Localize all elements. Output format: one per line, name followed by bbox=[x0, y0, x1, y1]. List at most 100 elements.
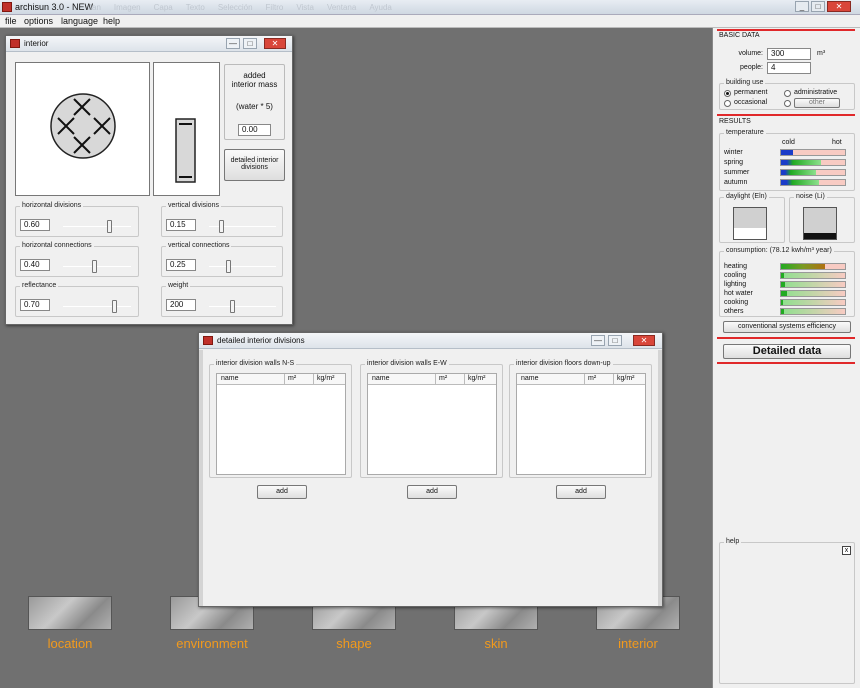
divider bbox=[717, 337, 855, 339]
radio-permanent[interactable] bbox=[724, 90, 731, 97]
horizontal-divisions-slider-thumb[interactable] bbox=[107, 220, 113, 233]
nav-skin[interactable]: skin bbox=[446, 636, 546, 651]
interior-window-titlebar[interactable]: interior — □ ✕ bbox=[6, 36, 292, 52]
radio-other[interactable] bbox=[784, 100, 791, 107]
ghost-menu-item: Filtro bbox=[265, 3, 284, 12]
people-input[interactable]: 4 bbox=[767, 62, 811, 74]
col-separator bbox=[584, 374, 585, 385]
building-use-group: building use permanent administrative oc… bbox=[719, 79, 855, 110]
heating-label: heating bbox=[724, 263, 747, 270]
volume-label: volume: bbox=[738, 50, 763, 57]
floors-panel: interior division floors down-up name m²… bbox=[509, 360, 652, 478]
nav-interior[interactable]: interior bbox=[588, 636, 688, 651]
horizontal-divisions-slider-track[interactable] bbox=[63, 226, 131, 227]
noise-label: noise (Li) bbox=[794, 193, 827, 200]
walls-ew-header: name m² kg/m² bbox=[368, 374, 496, 385]
floors-list[interactable]: name m² kg/m² bbox=[516, 373, 646, 475]
ghost-menu-item: Texto bbox=[185, 3, 205, 12]
noise-indicator bbox=[803, 207, 837, 240]
add-ns-button[interactable]: add bbox=[257, 485, 307, 499]
minimize-app-button[interactable]: _ bbox=[795, 1, 809, 12]
weight-slider-track[interactable] bbox=[209, 306, 276, 307]
reflectance-group: reflectance 0.70 bbox=[15, 282, 139, 317]
weight-input[interactable]: 200 bbox=[166, 299, 196, 311]
results-heading: RESULTS bbox=[719, 118, 751, 125]
occasional-label: occasional bbox=[734, 99, 768, 106]
winter-bar-fill bbox=[781, 150, 793, 155]
vertical-connections-input[interactable]: 0.25 bbox=[166, 259, 196, 271]
radio-administrative[interactable] bbox=[784, 90, 791, 97]
detailed-interior-divisions-button[interactable]: detailed interior divisions bbox=[224, 149, 285, 181]
added-mass-input[interactable]: 0.00 bbox=[238, 124, 271, 136]
maximize-app-button[interactable]: □ bbox=[811, 1, 825, 12]
vertical-connections-slider-thumb[interactable] bbox=[225, 260, 231, 273]
summer-label: summer bbox=[724, 169, 750, 176]
location-thumbnail[interactable] bbox=[28, 596, 112, 630]
horizontal-connections-input[interactable]: 0.40 bbox=[20, 259, 50, 271]
add-floors-button[interactable]: add bbox=[556, 485, 606, 499]
vertical-divisions-input[interactable]: 0.15 bbox=[166, 219, 196, 231]
minimize-button[interactable]: — bbox=[591, 335, 605, 346]
permanent-label: permanent bbox=[734, 89, 768, 96]
ghost-menu-item: Ventana bbox=[326, 3, 357, 12]
horizontal-divisions-input[interactable]: 0.60 bbox=[20, 219, 50, 231]
spring-bar bbox=[780, 159, 846, 166]
walls-ew-list[interactable]: name m² kg/m² bbox=[367, 373, 497, 475]
floors-header: name m² kg/m² bbox=[517, 374, 645, 385]
menu-language[interactable]: language bbox=[61, 16, 98, 26]
menu-options[interactable]: options bbox=[24, 16, 53, 26]
heating-bar-fill bbox=[781, 264, 825, 269]
administrative-label: administrative bbox=[794, 89, 838, 96]
detailed-window-titlebar[interactable]: detailed interior divisions — □ ✕ bbox=[199, 333, 662, 349]
autumn-bar-fill bbox=[781, 180, 820, 185]
reflectance-slider-thumb[interactable] bbox=[112, 300, 117, 313]
autumn-label: autumn bbox=[724, 179, 748, 186]
vertical-connections-slider-track[interactable] bbox=[209, 266, 276, 267]
added-mass-formula: (water * 5) bbox=[236, 102, 273, 111]
lighting-bar-fill bbox=[781, 282, 785, 287]
reflectance-slider-track[interactable] bbox=[63, 306, 131, 307]
menu-file[interactable]: file bbox=[5, 16, 17, 26]
horizontal-divisions-group: horizontal divisions 0.60 bbox=[15, 202, 139, 237]
minimize-button[interactable]: — bbox=[226, 38, 240, 49]
walls-ew-label: interior division walls E-W bbox=[365, 360, 449, 367]
weight-slider-thumb[interactable] bbox=[230, 300, 236, 313]
background-menu-ghost: Jan Imagen Capa Texto Selección Filtro Vista Ve… bbox=[88, 3, 405, 12]
horizontal-connections-slider-thumb[interactable] bbox=[91, 260, 97, 273]
reflectance-input[interactable]: 0.70 bbox=[20, 299, 50, 311]
interior-window: interior — □ ✕ added interior mass (wate… bbox=[5, 35, 293, 325]
maximize-button[interactable]: □ bbox=[243, 38, 257, 49]
added-mass-label-1: added bbox=[243, 71, 266, 80]
horizontal-connections-slider-track[interactable] bbox=[63, 266, 131, 267]
cooking-bar bbox=[780, 299, 846, 306]
nav-location[interactable]: location bbox=[20, 636, 120, 651]
winter-label: winter bbox=[724, 149, 743, 156]
volume-input[interactable]: 300 bbox=[767, 48, 811, 60]
daylight-indicator bbox=[733, 207, 767, 240]
added-mass-panel: added interior mass (water * 5) 0.00 bbox=[224, 64, 285, 140]
detailed-data-button[interactable]: Detailed data bbox=[723, 344, 851, 359]
help-close-button[interactable]: x bbox=[842, 546, 851, 555]
nav-environment[interactable]: environment bbox=[162, 636, 262, 651]
close-button[interactable]: ✕ bbox=[633, 335, 655, 346]
conventional-systems-efficiency-button[interactable]: conventional systems efficiency bbox=[723, 321, 851, 333]
close-button[interactable]: ✕ bbox=[264, 38, 286, 49]
ghost-menu-item: Selección bbox=[217, 3, 253, 12]
detailed-window-title: detailed interior divisions bbox=[217, 336, 305, 345]
hot-water-bar bbox=[780, 290, 846, 297]
close-app-button[interactable]: ✕ bbox=[827, 1, 851, 12]
divider bbox=[717, 29, 855, 31]
nav-shape[interactable]: shape bbox=[304, 636, 404, 651]
col-separator bbox=[284, 374, 285, 385]
app-logo-icon bbox=[2, 2, 12, 12]
col-area: m² bbox=[588, 375, 597, 382]
vertical-divisions-slider-thumb[interactable] bbox=[219, 220, 225, 233]
radio-occasional[interactable] bbox=[724, 100, 731, 107]
maximize-button[interactable]: □ bbox=[608, 335, 622, 346]
menu-help[interactable]: help bbox=[103, 16, 120, 26]
weight-group: weight 200 bbox=[161, 282, 283, 317]
walls-ns-list[interactable]: name m² kg/m² bbox=[216, 373, 346, 475]
section-division-icon bbox=[175, 118, 196, 183]
add-ew-button[interactable]: add bbox=[407, 485, 457, 499]
other-button[interactable]: other bbox=[794, 98, 840, 108]
